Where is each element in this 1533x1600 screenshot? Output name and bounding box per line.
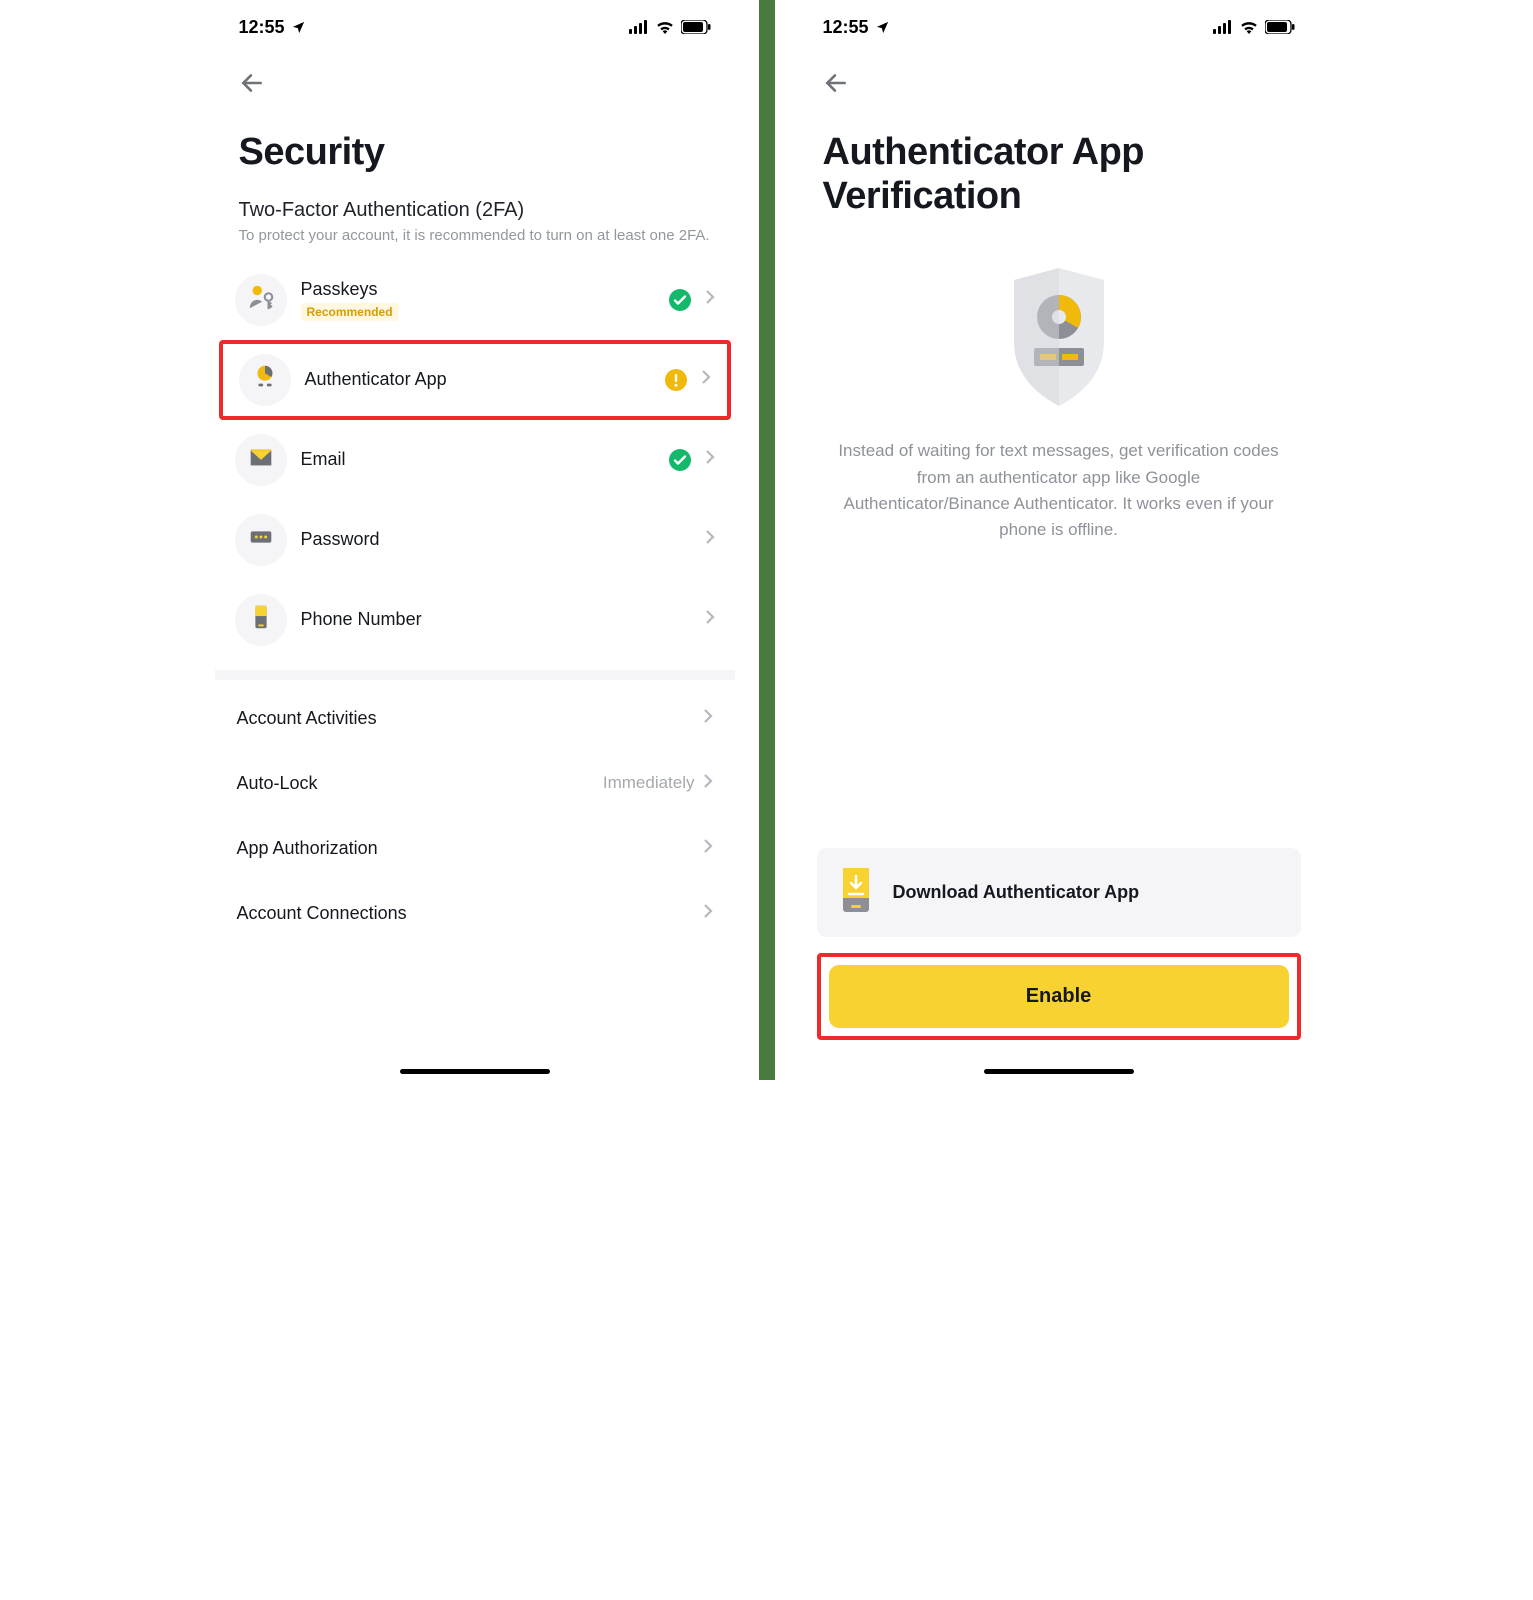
home-indicator xyxy=(984,1069,1134,1074)
screen-authenticator-verification: 12:55 Authenticator App Verification xyxy=(799,0,1319,1080)
description-text: Instead of waiting for text messages, ge… xyxy=(799,430,1319,551)
authenticator-icon xyxy=(250,362,280,397)
location-icon xyxy=(875,20,890,35)
row-passkeys[interactable]: Passkeys Recommended xyxy=(215,260,735,340)
screen-security: 12:55 Security Two-Factor Authentication… xyxy=(215,0,735,1080)
row-auto-lock[interactable]: Auto-Lock Immediately xyxy=(215,751,735,816)
chevron-right-icon xyxy=(703,903,713,924)
cellular-icon xyxy=(1213,20,1233,34)
battery-icon xyxy=(681,20,711,34)
download-authenticator-card[interactable]: Download Authenticator App xyxy=(817,848,1301,937)
twofa-list: Passkeys Recommended Authenticator App xyxy=(215,260,735,660)
email-icon xyxy=(246,442,276,477)
status-bar: 12:55 xyxy=(215,0,735,48)
enable-highlight: Enable xyxy=(817,953,1301,1040)
back-button[interactable] xyxy=(235,66,269,100)
password-icon xyxy=(246,522,276,557)
screenshot-divider xyxy=(759,0,775,1080)
wifi-icon xyxy=(655,20,675,34)
row-phone-number[interactable]: Phone Number xyxy=(215,580,735,660)
row-label: Authenticator App xyxy=(305,369,651,390)
row-label: Account Activities xyxy=(237,708,377,729)
home-indicator xyxy=(400,1069,550,1074)
section-title: Two-Factor Authentication (2FA) xyxy=(215,185,735,224)
row-label: App Authorization xyxy=(237,838,378,859)
wifi-icon xyxy=(1239,20,1259,34)
row-value: Immediately xyxy=(603,773,695,793)
row-authenticator-app[interactable]: Authenticator App xyxy=(219,340,731,420)
row-label: Phone Number xyxy=(301,609,691,630)
download-label: Download Authenticator App xyxy=(893,882,1140,903)
arrow-left-icon xyxy=(239,70,265,96)
row-account-connections[interactable]: Account Connections xyxy=(215,881,735,946)
row-email[interactable]: Email xyxy=(215,420,735,500)
section-subtitle: To protect your account, it is recommend… xyxy=(215,224,735,260)
row-label: Account Connections xyxy=(237,903,407,924)
arrow-left-icon xyxy=(823,70,849,96)
bottom-actions: Download Authenticator App Enable xyxy=(799,848,1319,1080)
passkey-icon xyxy=(246,282,276,317)
check-icon xyxy=(669,449,691,471)
row-app-authorization[interactable]: App Authorization xyxy=(215,816,735,881)
location-icon xyxy=(291,20,306,35)
chevron-right-icon xyxy=(701,369,711,390)
row-label: Email xyxy=(301,449,655,470)
back-button[interactable] xyxy=(819,66,853,100)
status-bar: 12:55 xyxy=(799,0,1319,48)
recommended-badge: Recommended xyxy=(301,303,399,321)
cellular-icon xyxy=(629,20,649,34)
chevron-right-icon xyxy=(705,529,715,550)
status-time: 12:55 xyxy=(823,17,869,38)
check-icon xyxy=(669,289,691,311)
download-app-icon xyxy=(837,866,875,919)
enable-button[interactable]: Enable xyxy=(829,965,1289,1028)
chevron-right-icon xyxy=(703,838,713,859)
chevron-right-icon xyxy=(705,609,715,630)
row-label: Password xyxy=(301,529,691,550)
chevron-right-icon xyxy=(703,708,713,729)
battery-icon xyxy=(1265,20,1295,34)
page-title: Security xyxy=(215,109,735,185)
authenticator-illustration xyxy=(799,228,1319,430)
row-account-activities[interactable]: Account Activities xyxy=(215,686,735,751)
status-time: 12:55 xyxy=(239,17,285,38)
chevron-right-icon xyxy=(703,773,713,794)
section-divider xyxy=(215,670,735,680)
phone-icon xyxy=(246,602,276,637)
chevron-right-icon xyxy=(705,289,715,310)
chevron-right-icon xyxy=(705,449,715,470)
row-password[interactable]: Password xyxy=(215,500,735,580)
row-label: Auto-Lock xyxy=(237,773,318,794)
page-title: Authenticator App Verification xyxy=(799,109,1319,228)
row-label: Passkeys xyxy=(301,279,655,300)
warning-icon xyxy=(665,369,687,391)
